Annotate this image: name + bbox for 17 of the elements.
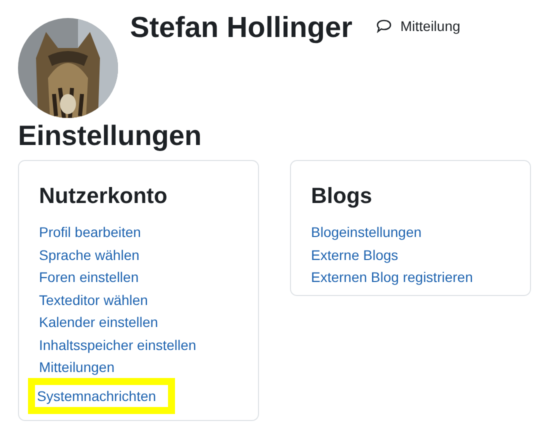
settings-link[interactable]: Foren einstellen xyxy=(39,266,139,288)
settings-link[interactable]: Blogeinstellungen xyxy=(311,221,422,244)
settings-link[interactable]: Externe Blogs xyxy=(311,244,398,266)
message-link[interactable]: Mitteilung xyxy=(376,16,460,36)
settings-link[interactable]: Profil bearbeiten xyxy=(39,221,141,244)
settings-link[interactable]: Mitteilungen xyxy=(39,356,114,378)
page-heading: Einstellungen xyxy=(18,120,203,152)
settings-link[interactable]: Sprache wählen xyxy=(39,244,140,266)
card-title: Nutzerkonto xyxy=(39,182,168,210)
profile-name: Stefan Hollinger xyxy=(130,11,352,46)
settings-link[interactable]: Kalender einstellen xyxy=(39,311,158,334)
speech-bubble-icon xyxy=(376,19,392,33)
settings-link[interactable]: Inhaltsspeicher einstellen xyxy=(39,334,196,356)
highlighted-settings-link[interactable]: Systemnachrichten xyxy=(28,378,176,414)
settings-link[interactable]: Externen Blog registrieren xyxy=(311,266,473,288)
card-title: Blogs xyxy=(311,182,374,210)
settings-link[interactable]: Texteditor wählen xyxy=(39,288,148,311)
